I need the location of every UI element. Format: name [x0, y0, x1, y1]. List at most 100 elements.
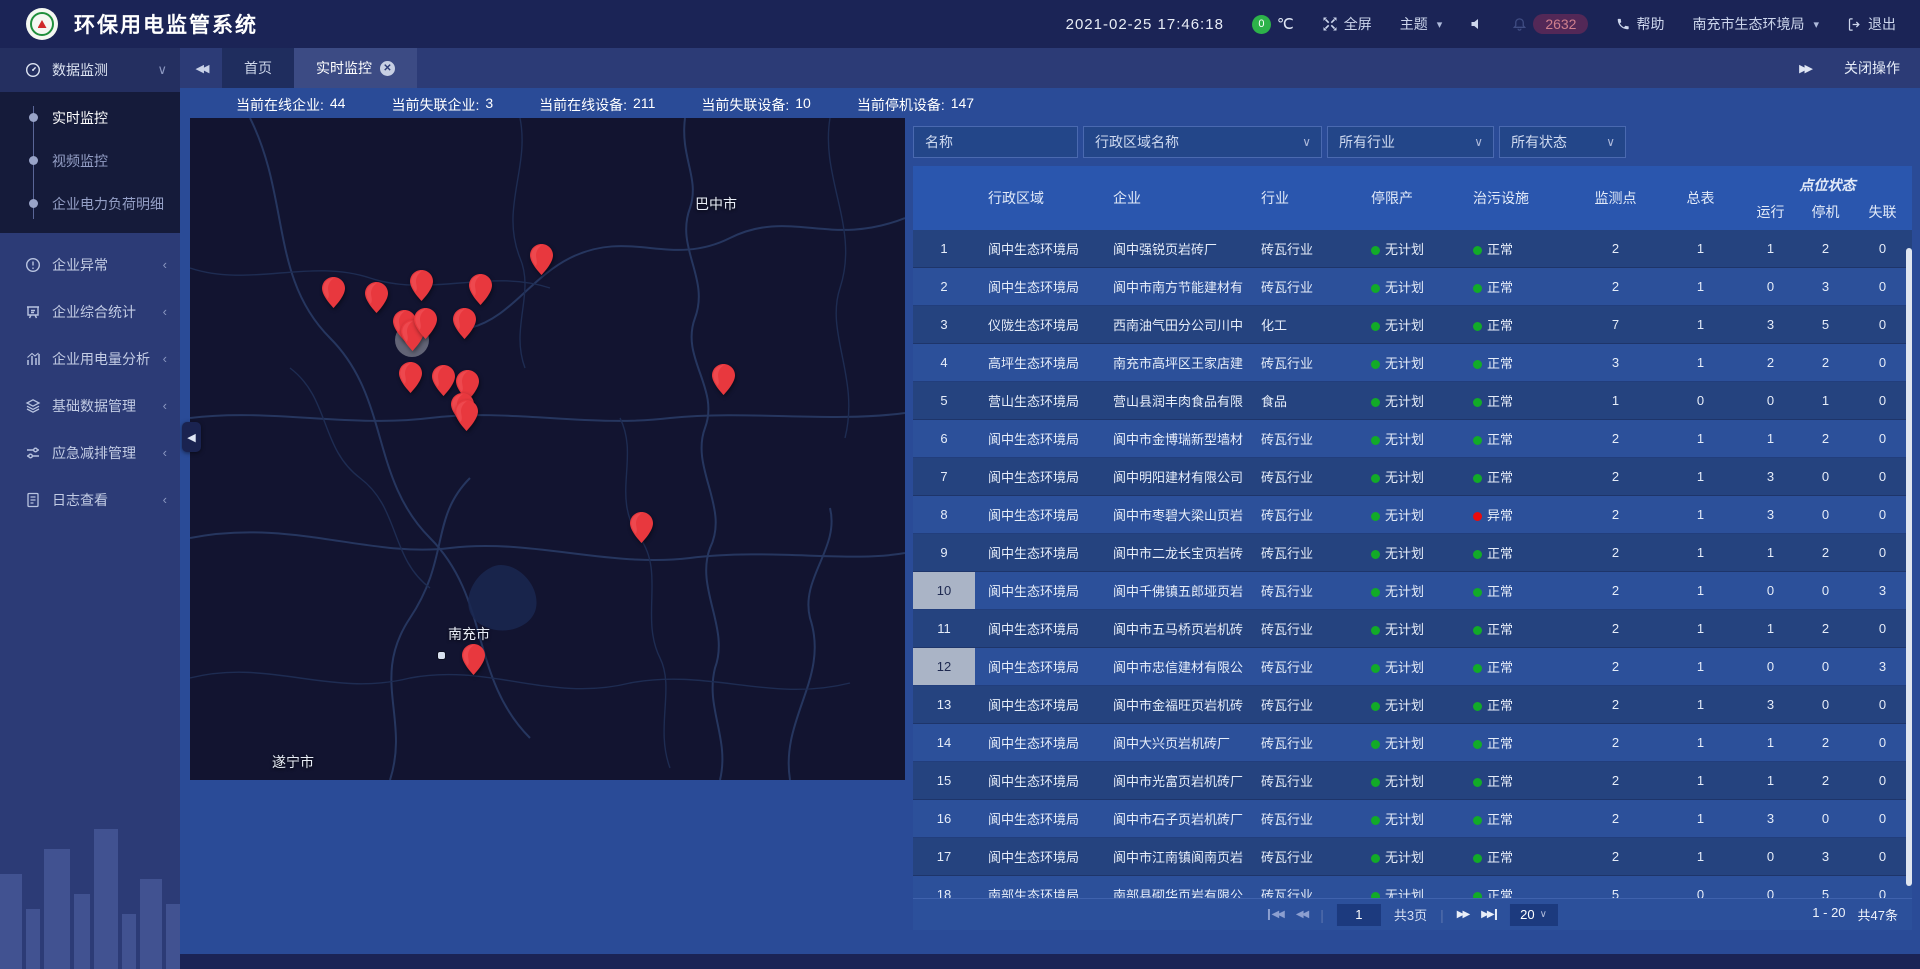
map-pin-icon[interactable]	[322, 277, 345, 313]
mute-button[interactable]	[1470, 17, 1484, 31]
table-row[interactable]: 9阆中生态环境局阆中市二龙长宝页岩砖砖瓦行业无计划正常21120	[913, 534, 1912, 572]
last-page-button[interactable]: ▶▶	[1481, 909, 1496, 920]
table-row[interactable]: 3仪陇生态环境局西南油气田分公司川中化工无计划正常71350	[913, 306, 1912, 344]
cell-running: 3	[1743, 317, 1798, 332]
tab-home[interactable]: 首页	[222, 48, 294, 88]
tabs-scroll-right-button[interactable]: ▶▶	[1799, 62, 1810, 75]
sidebar-submenu: 实时监控 视频监控 企业电力负荷明细	[0, 92, 180, 233]
status-dot-icon	[1473, 436, 1482, 445]
row-index: 11	[913, 610, 975, 647]
map-pin-icon[interactable]	[712, 364, 735, 400]
table-row[interactable]: 16阆中生态环境局阆中市石子页岩机砖厂砖瓦行业无计划正常21300	[913, 800, 1912, 838]
sidebar-item-realtime-monitoring[interactable]: 实时监控	[0, 96, 180, 139]
cell-total-meters: 1	[1658, 279, 1743, 294]
tab-realtime-monitoring[interactable]: 实时监控 ✕	[294, 48, 417, 88]
cell-facility-status: 正常	[1473, 239, 1573, 258]
row-index: 13	[913, 686, 975, 723]
table-row[interactable]: 18南部生态环境局南部县砌华页岩有限公砖瓦行业无计划正常50050	[913, 876, 1912, 898]
cell-limit-status: 无计划	[1371, 353, 1473, 372]
table-row[interactable]: 1阆中生态环境局阆中强锐页岩砖厂砖瓦行业无计划正常21120	[913, 230, 1912, 268]
table-row[interactable]: 8阆中生态环境局阆中市枣碧大梁山页岩砖瓦行业无计划异常21300	[913, 496, 1912, 534]
page-number-input[interactable]: 1	[1337, 904, 1381, 926]
cell-monitor-points: 7	[1573, 317, 1658, 332]
table-row[interactable]: 5营山生态环境局营山县润丰肉食品有限食品无计划正常10010	[913, 382, 1912, 420]
cell-running: 0	[1743, 849, 1798, 864]
cell-region: 阆中生态环境局	[975, 619, 1113, 638]
cell-facility-status: 正常	[1473, 771, 1573, 790]
cell-region: 仪陇生态环境局	[975, 315, 1113, 334]
next-page-button[interactable]: ▶▶	[1457, 909, 1468, 920]
prev-page-button[interactable]: ◀◀	[1296, 909, 1307, 920]
tabs-scroll-left-button[interactable]: ◀◀	[180, 48, 222, 88]
table-row[interactable]: 4高坪生态环境局南充市高坪区王家店建砖瓦行业无计划正常31220	[913, 344, 1912, 382]
sidebar-item-data-monitoring[interactable]: 数据监测 ∨	[0, 48, 180, 92]
map-pin-icon[interactable]	[530, 244, 553, 280]
map-pin-icon[interactable]	[469, 274, 492, 310]
cell-facility-status: 正常	[1473, 695, 1573, 714]
chevron-left-icon: ‹	[163, 304, 167, 319]
tab-close-icon[interactable]: ✕	[380, 61, 395, 76]
cell-industry: 砖瓦行业	[1261, 847, 1371, 866]
close-operations-button[interactable]: 关闭操作	[1844, 58, 1900, 78]
region-select[interactable]: 行政区域名称 ∨	[1083, 126, 1322, 158]
table-row[interactable]: 14阆中生态环境局阆中大兴页岩机砖厂砖瓦行业无计划正常21120	[913, 724, 1912, 762]
cell-total-meters: 1	[1658, 431, 1743, 446]
table-row[interactable]: 15阆中生态环境局阆中市光富页岩机砖厂砖瓦行业无计划正常21120	[913, 762, 1912, 800]
chevron-down-icon: ∨	[1606, 135, 1615, 149]
first-page-button[interactable]: ◀◀	[1267, 909, 1282, 920]
cell-stopped: 2	[1798, 621, 1853, 636]
sidebar-item-base-data-management[interactable]: 基础数据管理 ‹	[0, 382, 180, 429]
logout-button[interactable]: 退出	[1847, 14, 1896, 34]
cell-industry: 砖瓦行业	[1261, 429, 1371, 448]
sidebar-item-video-monitoring[interactable]: 视频监控	[0, 139, 180, 182]
sidebar-item-emergency-reduction[interactable]: 应急减排管理 ‹	[0, 429, 180, 476]
status-dot-icon	[1371, 816, 1380, 825]
table-scrollbar[interactable]	[1906, 248, 1912, 886]
row-index: 6	[913, 420, 975, 457]
map-pin-icon[interactable]	[410, 270, 433, 306]
cell-monitor-points: 2	[1573, 431, 1658, 446]
cell-monitor-points: 2	[1573, 773, 1658, 788]
filter-row: 名称 行政区域名称 ∨ 所有行业 ∨ 所有状态 ∨	[913, 126, 1912, 158]
status-select[interactable]: 所有状态 ∨	[1499, 126, 1626, 158]
sidebar-item-power-usage-analysis[interactable]: 企业用电量分析 ‹	[0, 335, 180, 382]
table-row[interactable]: 6阆中生态环境局阆中市金博瑞新型墙材砖瓦行业无计划正常21120	[913, 420, 1912, 458]
table-row[interactable]: 13阆中生态环境局阆中市金福旺页岩机砖砖瓦行业无计划正常21300	[913, 686, 1912, 724]
table-row[interactable]: 17阆中生态环境局阆中市江南镇阆南页岩砖瓦行业无计划正常21030	[913, 838, 1912, 876]
industry-select[interactable]: 所有行业 ∨	[1327, 126, 1494, 158]
cell-running: 0	[1743, 659, 1798, 674]
name-search-input[interactable]: 名称	[913, 126, 1078, 158]
map-pin-icon[interactable]	[399, 362, 422, 398]
table-row[interactable]: 2阆中生态环境局阆中市南方节能建材有砖瓦行业无计划正常21030	[913, 268, 1912, 306]
cell-running: 3	[1743, 697, 1798, 712]
map-pin-icon[interactable]	[630, 512, 653, 548]
map-pin-icon[interactable]	[453, 308, 476, 344]
col-header-region: 行政区域	[975, 166, 1113, 230]
page-size-select[interactable]: 20 ∨	[1510, 904, 1558, 926]
fullscreen-button[interactable]: 全屏	[1322, 14, 1372, 34]
map-pin-icon[interactable]	[365, 282, 388, 318]
cell-monitor-points: 2	[1573, 507, 1658, 522]
map-collapse-button[interactable]: ◀	[182, 422, 201, 452]
sidebar-item-enterprise-statistics[interactable]: 企业综合统计 ‹	[0, 288, 180, 335]
sidebar-item-power-load-detail[interactable]: 企业电力负荷明细	[0, 182, 180, 225]
table-row[interactable]: 12阆中生态环境局阆中市忠信建材有限公砖瓦行业无计划正常21003	[913, 648, 1912, 686]
cell-running: 3	[1743, 811, 1798, 826]
table-row[interactable]: 7阆中生态环境局阆中明阳建材有限公司砖瓦行业无计划正常21300	[913, 458, 1912, 496]
org-dropdown[interactable]: 南充市生态环境局	[1692, 14, 1819, 34]
map-panel[interactable]: 巴中市 南充市 遂宁市 ◀	[190, 118, 905, 780]
map-pin-icon[interactable]	[414, 308, 437, 344]
theme-dropdown[interactable]: 主题	[1400, 14, 1443, 34]
map-pin-icon[interactable]	[462, 644, 485, 680]
sidebar-item-enterprise-anomaly[interactable]: 企业异常 ‹	[0, 241, 180, 288]
notification-area[interactable]: 2632	[1512, 14, 1588, 34]
sidebar-item-log-view[interactable]: 日志查看 ‹	[0, 476, 180, 523]
cell-industry: 食品	[1261, 391, 1371, 410]
table-row[interactable]: 10阆中生态环境局阆中千佛镇五郎垭页岩砖瓦行业无计划正常21003	[913, 572, 1912, 610]
cell-monitor-points: 2	[1573, 621, 1658, 636]
help-button[interactable]: 帮助	[1616, 14, 1664, 34]
table-row[interactable]: 11阆中生态环境局阆中市五马桥页岩机砖砖瓦行业无计划正常21120	[913, 610, 1912, 648]
cell-company: 西南油气田分公司川中	[1113, 315, 1261, 334]
map-pin-icon[interactable]	[455, 400, 478, 436]
status-dot-icon	[1371, 778, 1380, 787]
